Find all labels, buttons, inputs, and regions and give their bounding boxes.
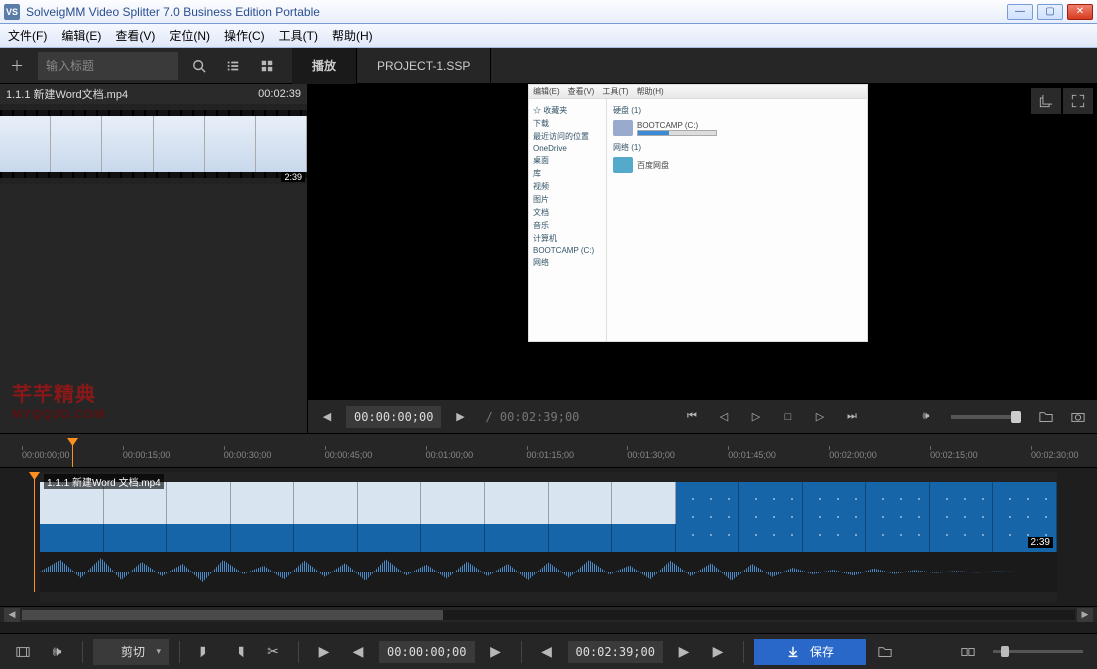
timeline-scrollbar[interactable]: ◀ ▶ — [0, 606, 1097, 622]
ruler-tick: 00:01:15;00 — [527, 450, 575, 460]
minimize-button[interactable]: — — [1007, 4, 1033, 20]
video-preview[interactable]: 编辑(E)查看(V)工具(T)帮助(H) ☆ 收藏夹下载最近访问的位置OneDr… — [308, 84, 1097, 399]
track-playhead[interactable] — [34, 472, 35, 592]
clip-thumbnail[interactable]: 2:39 — [0, 104, 307, 184]
preview-frame: 编辑(E)查看(V)工具(T)帮助(H) ☆ 收藏夹下载最近访问的位置OneDr… — [528, 84, 868, 342]
timeline-ruler[interactable]: 00:00:00;00 00:00:15;00 00:00:30;00 00:00:4… — [0, 434, 1097, 468]
fullscreen-icon[interactable] — [1063, 88, 1093, 114]
ruler-tick: 00:01:00;00 — [426, 450, 474, 460]
main-toolbar: ＋ 输入标题 播放 PROJECT-1.SSP — [0, 48, 1097, 84]
total-timecode: / 00:02:39;00 — [485, 410, 579, 424]
track-label: 1.1.1 新建Word 文档.mp4 — [44, 474, 164, 489]
clip-header[interactable]: 1.1.1 新建Word文档.mp4 00:02:39 — [0, 84, 307, 104]
scroll-right-button[interactable]: ▶ — [1077, 608, 1093, 622]
menu-control[interactable]: 操作(C) — [224, 27, 265, 44]
volume-slider[interactable] — [951, 415, 1021, 419]
clip-name: 1.1.1 新建Word文档.mp4 — [6, 86, 128, 102]
grid-view-icon[interactable] — [250, 49, 284, 83]
close-button[interactable]: ✕ — [1067, 4, 1093, 20]
scroll-left-button[interactable]: ◀ — [4, 608, 20, 622]
timeline: 00:00:00;00 00:00:15;00 00:00:30;00 00:00:4… — [0, 433, 1097, 633]
in-next-icon[interactable]: ▶ — [481, 638, 511, 666]
search-input[interactable]: 输入标题 — [38, 52, 178, 80]
next-frame-button[interactable]: ▶ — [445, 403, 475, 431]
transport-bar: ◀ 00:00:00;00 ▶ / 00:02:39;00 ⏮ ◁ ▷ □ ▷ … — [308, 399, 1097, 433]
step-back-icon[interactable]: ◁ — [709, 403, 739, 431]
play-icon[interactable]: ▷ — [741, 403, 771, 431]
timeline-track[interactable]: 1.1.1 新建Word 文档.mp4 2:39 — [40, 472, 1057, 602]
menu-view[interactable]: 查看(V) — [115, 27, 155, 44]
stop-icon[interactable]: □ — [773, 403, 803, 431]
save-button[interactable]: 保存 — [754, 639, 866, 665]
open-folder-icon[interactable] — [1031, 403, 1061, 431]
track-duration-badge: 2:39 — [1028, 537, 1053, 548]
title-bar: VS SolveigMM Video Splitter 7.0 Business… — [0, 0, 1097, 24]
window-title: SolveigMM Video Splitter 7.0 Business Ed… — [26, 5, 1007, 19]
step-fwd-icon[interactable]: ▷ — [805, 403, 835, 431]
audio-icon[interactable]: 🕪 — [42, 638, 72, 666]
zoom-slider[interactable] — [993, 650, 1083, 653]
volume-icon[interactable]: 🕪 — [911, 403, 941, 431]
ruler-tick: 00:00:30;00 — [224, 450, 272, 460]
add-button[interactable]: ＋ — [0, 49, 34, 83]
search-icon[interactable] — [182, 49, 216, 83]
menu-help[interactable]: 帮助(H) — [332, 27, 373, 44]
scroll-thumb[interactable] — [22, 610, 443, 620]
zoom-fit-icon[interactable] — [953, 638, 983, 666]
scissors-icon[interactable]: ✂ — [258, 638, 288, 666]
menu-tools[interactable]: 工具(T) — [279, 27, 318, 44]
list-view-icon[interactable] — [216, 49, 250, 83]
ruler-tick: 00:00:00;00 — [22, 450, 70, 460]
ruler-tick: 00:00:15;00 — [123, 450, 171, 460]
tab-project[interactable]: PROJECT-1.SSP — [357, 48, 491, 84]
ruler-tick: 00:00:45;00 — [325, 450, 373, 460]
video-track[interactable] — [40, 482, 1057, 552]
out-play-icon[interactable]: ▶ — [703, 638, 733, 666]
current-timecode[interactable]: 00:00:00;00 — [346, 406, 441, 428]
menu-edit[interactable]: 编辑(E) — [61, 27, 101, 44]
bottom-toolbar: 🕪 剪切 ✂ ▶ ◀ 00:00:00;00 ▶ ◀ 00:02:39;00 ▶… — [0, 633, 1097, 669]
crop-icon[interactable] — [1031, 88, 1061, 114]
maximize-button[interactable]: ▢ — [1037, 4, 1063, 20]
preview-area: 编辑(E)查看(V)工具(T)帮助(H) ☆ 收藏夹下载最近访问的位置OneDr… — [308, 84, 1097, 433]
ruler-tick: 00:02:00;00 — [829, 450, 877, 460]
skip-end-icon[interactable]: ⏭ — [837, 403, 867, 431]
ruler-tick: 00:02:15;00 — [930, 450, 978, 460]
ruler-tick: 00:02:30;00 — [1031, 450, 1079, 460]
watermark: 芊芊精典 MYQQJD.COM — [12, 378, 105, 421]
playhead[interactable] — [72, 438, 73, 467]
menu-bar: 文件(F) 编辑(E) 查看(V) 定位(N) 操作(C) 工具(T) 帮助(H… — [0, 24, 1097, 48]
tab-play[interactable]: 播放 — [292, 48, 357, 84]
menu-file[interactable]: 文件(F) — [8, 27, 47, 44]
out-timecode[interactable]: 00:02:39;00 — [568, 641, 663, 663]
output-folder-icon[interactable] — [870, 638, 900, 666]
out-next-icon[interactable]: ▶ — [669, 638, 699, 666]
prev-frame-button[interactable]: ◀ — [312, 403, 342, 431]
audio-track[interactable] — [40, 552, 1057, 592]
app-logo: VS — [4, 4, 20, 20]
film-icon[interactable] — [8, 638, 38, 666]
clip-duration: 00:02:39 — [258, 88, 301, 100]
in-prev-icon[interactable]: ◀ — [343, 638, 373, 666]
skip-start-icon[interactable]: ⏮ — [677, 403, 707, 431]
cut-mode-button[interactable]: 剪切 — [93, 639, 169, 665]
media-panel: 1.1.1 新建Word文档.mp4 00:02:39 2:39 芊芊精典 MY… — [0, 84, 308, 433]
ruler-tick: 00:01:30;00 — [627, 450, 675, 460]
ruler-tick: 00:01:45;00 — [728, 450, 776, 460]
marker-in-icon[interactable] — [190, 638, 220, 666]
clip-badge: 2:39 — [281, 172, 305, 182]
marker-out-icon[interactable] — [224, 638, 254, 666]
save-arrow-icon — [786, 645, 800, 659]
menu-navigate[interactable]: 定位(N) — [169, 27, 210, 44]
in-play-icon[interactable]: ▶ — [309, 638, 339, 666]
in-timecode[interactable]: 00:00:00;00 — [379, 641, 474, 663]
snapshot-icon[interactable] — [1063, 403, 1093, 431]
out-prev-icon[interactable]: ◀ — [532, 638, 562, 666]
